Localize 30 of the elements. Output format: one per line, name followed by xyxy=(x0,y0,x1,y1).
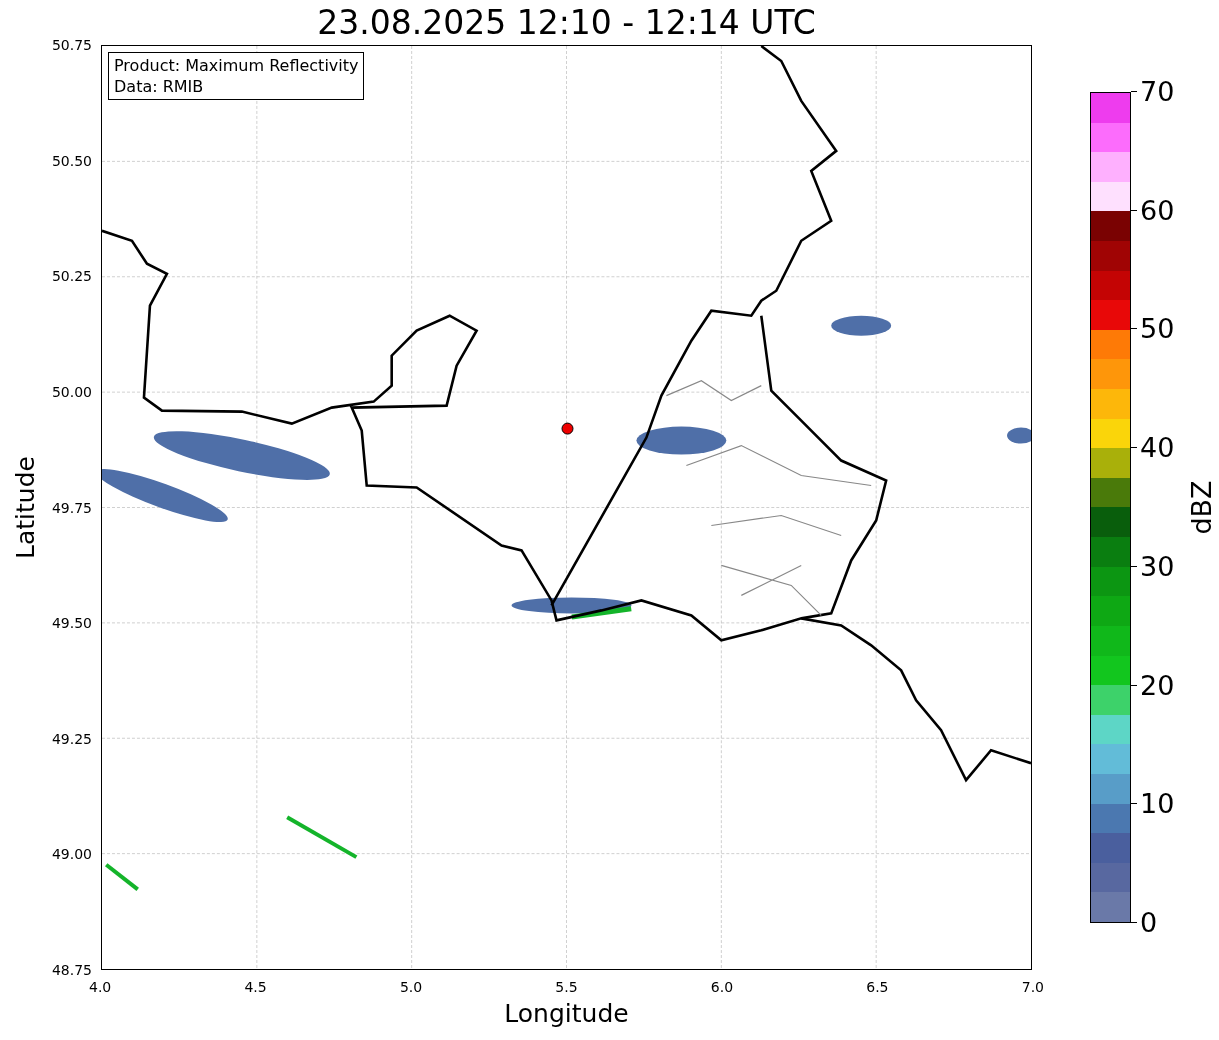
tick-label: 20 xyxy=(1131,673,1175,698)
tick-label: 4.5 xyxy=(244,979,267,995)
tick-label: 49.00 xyxy=(51,846,92,863)
tick-label: 50 xyxy=(1131,317,1175,342)
tick-label: 5.5 xyxy=(555,979,578,995)
tick-label: 5.0 xyxy=(399,979,423,995)
tick-label: 50.75 xyxy=(51,37,92,53)
tick-label: 4.0 xyxy=(89,979,112,995)
legend-text: Product: Maximum Reflectivity xyxy=(114,55,359,76)
chart-title: 23.08.2025 12:10 - 12:14 UTC xyxy=(317,6,816,39)
tick-label: 60 xyxy=(1131,198,1175,223)
tick-label: 10 xyxy=(1131,792,1175,817)
tick-label: 70 xyxy=(1131,80,1175,104)
tick-label: 0 xyxy=(1131,910,1175,935)
tick-label: 49.25 xyxy=(51,730,92,747)
tick-label: 7.0 xyxy=(1021,979,1044,995)
colorbar-label: dBZ xyxy=(1185,480,1217,535)
tick-label: 30 xyxy=(1131,554,1175,579)
tick-label: 49.75 xyxy=(51,499,92,516)
tick-label: 40 xyxy=(1131,436,1175,461)
tick-label: 50.00 xyxy=(51,383,92,400)
legend-text: Data: RMIB xyxy=(114,76,205,97)
tick-label: 50.25 xyxy=(51,268,92,285)
tick-label: 49.50 xyxy=(51,615,92,632)
axis-label: Longitude xyxy=(504,999,629,1028)
tick-label: 48.75 xyxy=(51,962,92,978)
tick-label: 6.0 xyxy=(710,979,734,995)
axis-label: Latitude xyxy=(10,456,40,559)
tick-label: 50.50 xyxy=(51,152,92,169)
tick-label: 6.5 xyxy=(866,979,889,995)
